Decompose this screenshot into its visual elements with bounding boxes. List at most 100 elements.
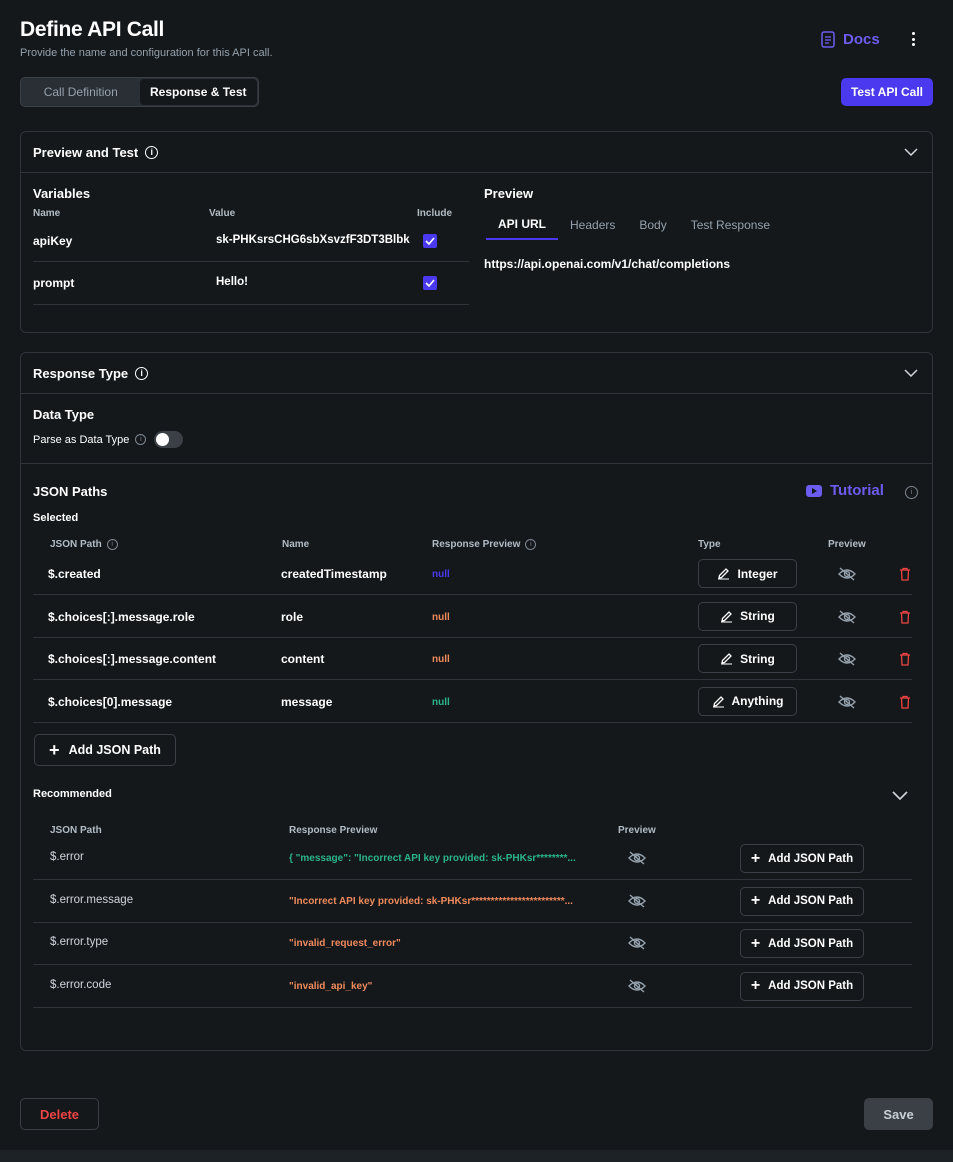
- eye-off-icon[interactable]: [838, 652, 856, 666]
- add-json-path-button[interactable]: + Add JSON Path: [740, 844, 864, 873]
- recommended-path: $.error: [50, 851, 84, 863]
- trash-icon[interactable]: [899, 652, 911, 666]
- preview-toggle[interactable]: [628, 893, 646, 913]
- preview-toggle[interactable]: [628, 936, 646, 955]
- recommended-preview: "Incorrect API key provided: sk-PHKsr***…: [289, 895, 573, 907]
- docs-link[interactable]: Docs: [821, 29, 880, 49]
- info-icon[interactable]: i: [135, 366, 149, 380]
- pencil-icon: [721, 653, 733, 665]
- variable-value[interactable]: sk-PHKsrsCHG6sbXsvzfF3DT3Blbk: [216, 234, 410, 246]
- youtube-icon: [806, 484, 822, 497]
- path-name-value: createdTimestamp: [281, 567, 387, 581]
- delete-path-button[interactable]: [899, 567, 911, 586]
- tab-response-test[interactable]: Response & Test: [139, 79, 257, 105]
- preview-toggle[interactable]: [628, 851, 646, 870]
- preview-toggle[interactable]: [838, 567, 856, 586]
- info-icon[interactable]: i: [106, 539, 118, 550]
- variables-title: Variables: [33, 186, 91, 201]
- trash-icon[interactable]: [899, 610, 911, 624]
- delete-path-button[interactable]: [899, 695, 911, 714]
- plus-icon: +: [750, 934, 761, 952]
- test-api-call-button[interactable]: Test API Call: [841, 78, 933, 106]
- eye-off-icon[interactable]: [628, 851, 646, 865]
- recommended-path: $.error.message: [50, 893, 134, 906]
- chevron-down-icon[interactable]: [904, 369, 918, 377]
- preview-test-header[interactable]: Preview and Test i: [21, 132, 932, 173]
- mode-tabs: Call Definition Response & Test: [20, 77, 259, 107]
- response-preview-value: null: [432, 696, 450, 708]
- path-name-value: message: [281, 694, 333, 709]
- preview-test-title: Preview and Test: [33, 144, 139, 160]
- row-divider: [33, 304, 469, 305]
- row-divider: [33, 964, 912, 965]
- row-divider: [33, 594, 912, 595]
- variable-value[interactable]: Hello!: [216, 276, 248, 288]
- row-divider: [33, 261, 469, 262]
- parse-toggle[interactable]: [154, 431, 184, 448]
- info-icon[interactable]: i: [145, 145, 159, 159]
- api-url-value: https://api.openai.com/v1/chat/completio…: [484, 257, 731, 271]
- trash-icon[interactable]: [899, 695, 911, 709]
- add-json-path-button[interactable]: + Add JSON Path: [740, 886, 864, 916]
- row-divider: [33, 879, 912, 880]
- eye-off-icon[interactable]: [628, 893, 646, 908]
- page-subtitle: Provide the name and configuration for t…: [20, 47, 273, 59]
- tab-test-response[interactable]: Test Response: [679, 210, 782, 240]
- info-icon[interactable]: i: [905, 486, 918, 499]
- eye-off-icon[interactable]: [628, 936, 646, 950]
- preview-toggle[interactable]: [628, 978, 646, 998]
- include-checkbox[interactable]: [423, 234, 437, 248]
- add-json-path-button[interactable]: + Add JSON Path: [740, 929, 864, 958]
- pencil-icon: [721, 610, 733, 622]
- check-icon: [425, 279, 435, 287]
- response-type-header[interactable]: Response Type i: [21, 353, 932, 394]
- preview-toggle[interactable]: [838, 652, 856, 671]
- selected-title: Selected: [33, 512, 79, 524]
- plus-icon: +: [750, 892, 761, 909]
- plus-icon: +: [49, 740, 60, 760]
- add-json-path-button[interactable]: + Add JSON Path: [740, 971, 864, 1001]
- add-json-path-button[interactable]: + Add JSON Path: [34, 734, 176, 766]
- tutorial-link[interactable]: Tutorial: [806, 482, 884, 499]
- tab-call-definition[interactable]: Call Definition: [22, 79, 140, 105]
- type-button[interactable]: String: [698, 644, 797, 673]
- chevron-down-icon[interactable]: [892, 791, 908, 800]
- recommended-path: $.error.type: [50, 936, 109, 948]
- eye-off-icon[interactable]: [838, 609, 856, 624]
- tab-api-url[interactable]: API URL: [486, 210, 558, 240]
- response-preview-value: null: [432, 611, 450, 623]
- delete-path-button[interactable]: [899, 652, 911, 671]
- info-icon[interactable]: i: [525, 539, 537, 550]
- more-options-icon[interactable]: [906, 30, 920, 48]
- eye-off-icon[interactable]: [628, 978, 646, 993]
- response-preview-value: null: [432, 569, 450, 580]
- chevron-down-icon[interactable]: [904, 148, 918, 156]
- path-name-value: role: [281, 609, 304, 624]
- response-preview-value: null: [432, 654, 450, 665]
- variable-name: prompt: [33, 276, 75, 290]
- recommended-title: Recommended: [33, 788, 112, 800]
- save-button[interactable]: Save: [864, 1098, 933, 1130]
- parse-label: Parse as Data Type: [33, 433, 130, 446]
- json-path-value: $.choices[0].message: [48, 694, 173, 709]
- row-divider: [33, 679, 912, 680]
- tab-headers[interactable]: Headers: [558, 210, 627, 240]
- eye-off-icon[interactable]: [838, 694, 856, 709]
- type-button[interactable]: Anything: [698, 686, 797, 716]
- include-checkbox[interactable]: [423, 276, 437, 290]
- delete-button[interactable]: Delete: [20, 1098, 99, 1130]
- trash-icon[interactable]: [899, 567, 911, 581]
- delete-path-button[interactable]: [899, 610, 911, 629]
- plus-icon: +: [750, 849, 761, 867]
- tab-body[interactable]: Body: [627, 210, 678, 240]
- type-button[interactable]: String: [698, 601, 797, 631]
- info-icon[interactable]: i: [135, 434, 147, 445]
- preview-toggle[interactable]: [838, 694, 856, 714]
- eye-off-icon[interactable]: [838, 567, 856, 581]
- type-button[interactable]: Integer: [698, 559, 797, 588]
- preview-toggle[interactable]: [838, 609, 856, 629]
- col-name: Name: [33, 208, 61, 219]
- col-response-preview: Response Preview i: [432, 539, 537, 550]
- path-name-value: content: [281, 652, 325, 666]
- page-title: Define API Call: [20, 18, 165, 41]
